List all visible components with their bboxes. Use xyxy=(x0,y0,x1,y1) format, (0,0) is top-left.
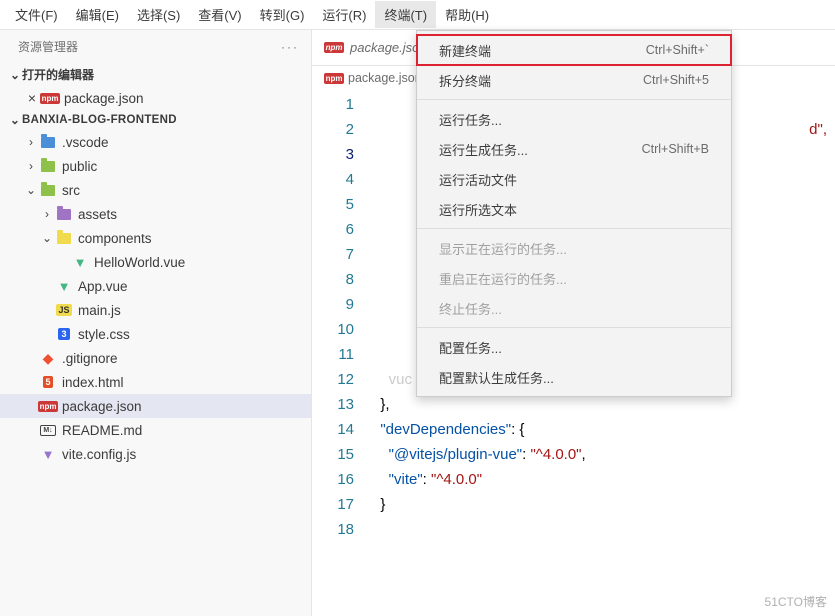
menu-转到G[interactable]: 转到(G) xyxy=(251,1,314,28)
sidebar: 资源管理器 ··· ⌄ 打开的编辑器 × npm package.json ⌄ … xyxy=(0,30,312,616)
folder-icon xyxy=(38,137,58,148)
terminal-menu-dropdown: 新建终端Ctrl+Shift+`拆分终端Ctrl+Shift+5运行任务...运… xyxy=(416,30,732,397)
menu-运行R[interactable]: 运行(R) xyxy=(313,1,375,28)
tree-item-HelloWorld.vue[interactable]: ▼HelloWorld.vue xyxy=(0,250,311,274)
folder-icon xyxy=(54,209,74,220)
explorer-title: 资源管理器 xyxy=(18,38,78,55)
tree-item-vite.config.js[interactable]: ▼vite.config.js xyxy=(0,442,311,466)
menu-item-终止任务...: 终止任务... xyxy=(417,293,731,323)
chevron-icon: › xyxy=(40,207,54,221)
menubar: 文件(F)编辑(E)选择(S)查看(V)转到(G)运行(R)终端(T)帮助(H) xyxy=(0,0,835,30)
menu-item-配置任务...[interactable]: 配置任务... xyxy=(417,332,731,362)
project-header[interactable]: ⌄ BANXIA-BLOG-FRONTEND xyxy=(0,110,311,130)
menu-编辑E[interactable]: 编辑(E) xyxy=(67,1,128,28)
menu-item-运行生成任务...[interactable]: 运行生成任务...Ctrl+Shift+B xyxy=(417,134,731,164)
chevron-icon: › xyxy=(24,135,38,149)
menu-item-新建终端[interactable]: 新建终端Ctrl+Shift+` xyxy=(417,35,731,65)
git-icon: ◆ xyxy=(38,350,58,367)
html-icon: 5 xyxy=(38,376,58,388)
tree-item-.gitignore[interactable]: ◆.gitignore xyxy=(0,346,311,370)
vue-icon: ▼ xyxy=(70,255,90,270)
open-editor-item[interactable]: × npm package.json xyxy=(0,86,311,110)
shortcut: Ctrl+Shift+5 xyxy=(643,73,709,87)
folder-icon xyxy=(38,185,58,196)
menu-查看V[interactable]: 查看(V) xyxy=(189,1,250,28)
chevron-down-icon: ⌄ xyxy=(8,113,22,127)
vite-icon: ▼ xyxy=(38,447,58,462)
tree-item-assets[interactable]: ›assets xyxy=(0,202,311,226)
tree-item-index.html[interactable]: 5index.html xyxy=(0,370,311,394)
tree-item-style.css[interactable]: 3style.css xyxy=(0,322,311,346)
tree-item-main.js[interactable]: JSmain.js xyxy=(0,298,311,322)
close-icon[interactable]: × xyxy=(24,90,40,106)
menu-item-显示正在运行的任务...: 显示正在运行的任务... xyxy=(417,233,731,263)
menu-终端T[interactable]: 终端(T) xyxy=(375,1,436,28)
more-actions-icon[interactable]: ··· xyxy=(281,40,299,54)
open-editors-header[interactable]: ⌄ 打开的编辑器 xyxy=(0,63,311,86)
tree-item-.vscode[interactable]: ›.vscode xyxy=(0,130,311,154)
shortcut: Ctrl+Shift+` xyxy=(646,43,709,57)
tree-item-App.vue[interactable]: ▼App.vue xyxy=(0,274,311,298)
css-icon: 3 xyxy=(54,328,74,340)
menu-帮助H[interactable]: 帮助(H) xyxy=(436,1,498,28)
npm-icon: npm xyxy=(324,42,344,53)
watermark: 51CTO博客 xyxy=(765,593,827,610)
vue-icon: ▼ xyxy=(54,279,74,294)
menu-item-重启正在运行的任务...: 重启正在运行的任务... xyxy=(417,263,731,293)
folder-icon xyxy=(54,233,74,244)
npm-icon: npm xyxy=(40,93,60,104)
folder-icon xyxy=(38,161,58,172)
menu-item-配置默认生成任务...[interactable]: 配置默认生成任务... xyxy=(417,362,731,392)
chevron-icon: › xyxy=(24,159,38,173)
tree-item-public[interactable]: ›public xyxy=(0,154,311,178)
menu-item-运行活动文件[interactable]: 运行活动文件 xyxy=(417,164,731,194)
chevron-down-icon: ⌄ xyxy=(8,68,22,82)
js-icon: JS xyxy=(54,304,74,316)
chevron-icon: ⌄ xyxy=(40,231,54,245)
tree-item-README.md[interactable]: M↓README.md xyxy=(0,418,311,442)
menu-文件F[interactable]: 文件(F) xyxy=(6,1,67,28)
menu-item-运行所选文本[interactable]: 运行所选文本 xyxy=(417,194,731,224)
npm-icon: npm xyxy=(324,73,344,84)
menu-选择S[interactable]: 选择(S) xyxy=(128,1,189,28)
chevron-icon: ⌄ xyxy=(24,183,38,197)
tree-item-components[interactable]: ⌄components xyxy=(0,226,311,250)
tree-item-src[interactable]: ⌄src xyxy=(0,178,311,202)
md-icon: M↓ xyxy=(38,425,58,436)
menu-item-拆分终端[interactable]: 拆分终端Ctrl+Shift+5 xyxy=(417,65,731,95)
shortcut: Ctrl+Shift+B xyxy=(642,142,709,156)
file-tree: ›.vscode›public⌄src›assets⌄components▼He… xyxy=(0,130,311,474)
line-gutter: 123456789101112131415161718 xyxy=(312,90,372,616)
menu-item-运行任务...[interactable]: 运行任务... xyxy=(417,104,731,134)
npm-icon: npm xyxy=(38,401,58,412)
tree-item-package.json[interactable]: npmpackage.json xyxy=(0,394,311,418)
